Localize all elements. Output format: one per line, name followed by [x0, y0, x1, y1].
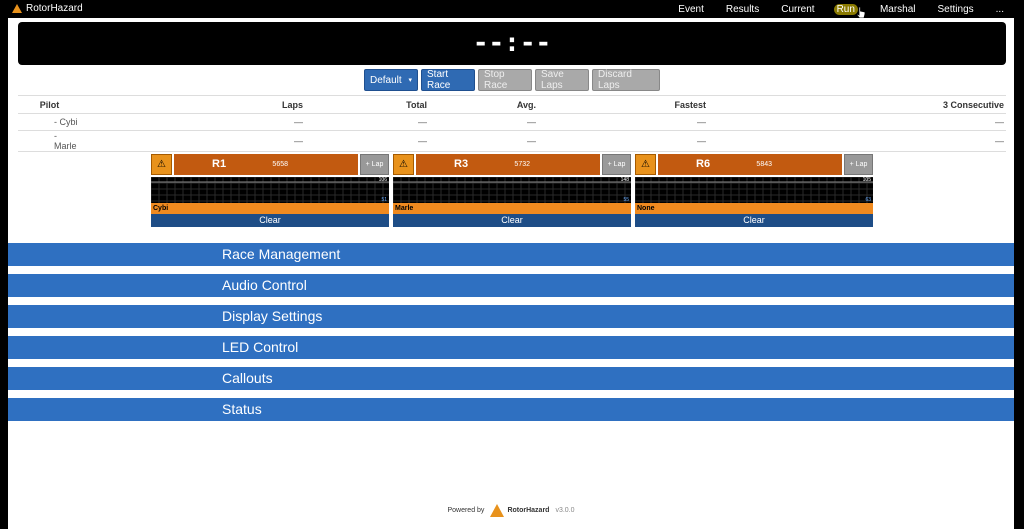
- nav-results[interactable]: Results: [726, 4, 759, 15]
- col-fastest: Fastest: [536, 95, 706, 114]
- powered-by-label: Powered by: [447, 507, 485, 514]
- node-frequency-button[interactable]: R3 5732: [416, 154, 600, 175]
- fastest-cell: —: [536, 130, 706, 152]
- rssi-current: 55: [623, 197, 629, 203]
- run-page: --:-- Default ▾ Start Race Stop Race Sav…: [8, 18, 1014, 529]
- node-header: ⚠ R6 5843 + Lap: [635, 154, 873, 175]
- total-cell: —: [303, 130, 427, 152]
- panel-display-settings[interactable]: Display Settings: [8, 305, 1014, 328]
- node-r3: ⚠ R3 5732 + Lap 148 55 Marle Clear: [393, 154, 631, 227]
- stop-race-button[interactable]: Stop Race: [478, 69, 532, 91]
- nav-current[interactable]: Current: [781, 4, 814, 15]
- total-cell: —: [303, 113, 427, 131]
- pilot-cell: - Marle: [18, 130, 81, 152]
- panel-status[interactable]: Status: [8, 398, 1014, 421]
- rssi-current: 51: [381, 197, 387, 203]
- rssi-graph: 106 51: [151, 177, 389, 203]
- footer: Powered by RotorHazard v3.0.0: [8, 504, 1014, 517]
- clear-button[interactable]: Clear: [151, 214, 389, 227]
- discard-laps-button[interactable]: Discard Laps: [592, 69, 660, 91]
- avg-cell: —: [427, 113, 536, 131]
- clear-button[interactable]: Clear: [393, 214, 631, 227]
- profile-select[interactable]: Default ▾: [364, 69, 418, 91]
- node-header: ⚠ R3 5732 + Lap: [393, 154, 631, 175]
- col-pilot: Pilot: [18, 95, 81, 114]
- node-frequency-button[interactable]: R1 5658: [174, 154, 358, 175]
- nav-marshal[interactable]: Marshal: [880, 4, 916, 15]
- rotorhazard-logo-icon: [490, 504, 505, 517]
- panel-led-control[interactable]: LED Control: [8, 336, 1014, 359]
- node-pilot: Cybi: [151, 203, 389, 214]
- avg-cell: —: [427, 130, 536, 152]
- rssi-graph: 148 55: [393, 177, 631, 203]
- node-pilot: None: [635, 203, 873, 214]
- add-lap-button[interactable]: + Lap: [602, 154, 631, 175]
- laps-cell: —: [81, 113, 303, 131]
- top-navbar: RotorHazard Event Results Current Run Ma…: [0, 0, 1024, 18]
- node-frequency: 5732: [514, 161, 530, 168]
- table-row: - Cybi — — — — —: [18, 113, 1006, 131]
- brand[interactable]: RotorHazard: [12, 3, 83, 14]
- col-consecutive: 3 Consecutive: [706, 95, 1006, 114]
- leaderboard-header: Pilot Laps Total Avg. Fastest 3 Consecut…: [18, 95, 1006, 114]
- race-clock: --:--: [18, 22, 1006, 65]
- warning-icon[interactable]: ⚠: [393, 154, 414, 175]
- nav-event[interactable]: Event: [678, 4, 704, 15]
- rssi-current: 63: [865, 197, 871, 203]
- leaderboard-table: Pilot Laps Total Avg. Fastest 3 Consecut…: [18, 95, 1006, 152]
- consecutive-cell: —: [706, 130, 1006, 152]
- warning-icon[interactable]: ⚠: [151, 154, 172, 175]
- chevron-down-icon: ▾: [408, 77, 412, 84]
- panel-callouts[interactable]: Callouts: [8, 367, 1014, 390]
- node-label: R1: [212, 158, 227, 170]
- start-race-button[interactable]: Start Race: [421, 69, 475, 91]
- version-label: v3.0.0: [555, 507, 575, 514]
- panel-race-management[interactable]: Race Management: [8, 243, 1014, 266]
- consecutive-cell: —: [706, 113, 1006, 131]
- panel-audio-control[interactable]: Audio Control: [8, 274, 1014, 297]
- table-row: - Marle — — — — —: [18, 130, 1006, 152]
- pilot-cell: - Cybi: [18, 113, 81, 131]
- nav-settings[interactable]: Settings: [938, 4, 974, 15]
- col-laps: Laps: [81, 95, 303, 114]
- rssi-graph-grid: [393, 177, 631, 203]
- add-lap-button[interactable]: + Lap: [360, 154, 389, 175]
- node-label: R6: [696, 158, 711, 170]
- nav-run[interactable]: Run: [833, 4, 858, 15]
- laps-cell: —: [81, 130, 303, 152]
- brand-label: RotorHazard: [26, 3, 83, 14]
- col-avg: Avg.: [427, 95, 536, 114]
- rssi-graph-grid: [635, 177, 873, 203]
- col-total: Total: [303, 95, 427, 114]
- warning-icon[interactable]: ⚠: [635, 154, 656, 175]
- rssi-peak: 105: [862, 177, 871, 183]
- node-panels: ⚠ R1 5658 + Lap 106 51 Cybi Clear ⚠ R3 5…: [151, 154, 873, 227]
- footer-logo-label: RotorHazard: [507, 507, 550, 514]
- rotorhazard-logo-icon: [12, 4, 22, 13]
- profile-select-value: Default: [370, 74, 402, 86]
- node-r6: ⚠ R6 5843 + Lap 105 63 None Clear: [635, 154, 873, 227]
- race-controls: Default ▾ Start Race Stop Race Save Laps…: [364, 69, 660, 91]
- node-frequency-button[interactable]: R6 5843: [658, 154, 842, 175]
- rssi-peak: 148: [620, 177, 629, 183]
- nav-menu: Event Results Current Run Marshal Settin…: [656, 4, 1004, 15]
- node-frequency: 5843: [756, 161, 772, 168]
- fastest-cell: —: [536, 113, 706, 131]
- clear-button[interactable]: Clear: [635, 214, 873, 227]
- footer-logo[interactable]: RotorHazard: [490, 504, 549, 517]
- node-header: ⚠ R1 5658 + Lap: [151, 154, 389, 175]
- node-pilot: Marle: [393, 203, 631, 214]
- node-frequency: 5658: [272, 161, 288, 168]
- node-label: R3: [454, 158, 469, 170]
- nav-more[interactable]: ...: [996, 4, 1004, 15]
- rssi-graph-grid: [151, 177, 389, 203]
- add-lap-button[interactable]: + Lap: [844, 154, 873, 175]
- node-r1: ⚠ R1 5658 + Lap 106 51 Cybi Clear: [151, 154, 389, 227]
- save-laps-button[interactable]: Save Laps: [535, 69, 589, 91]
- rssi-peak: 106: [378, 177, 387, 183]
- rssi-graph: 105 63: [635, 177, 873, 203]
